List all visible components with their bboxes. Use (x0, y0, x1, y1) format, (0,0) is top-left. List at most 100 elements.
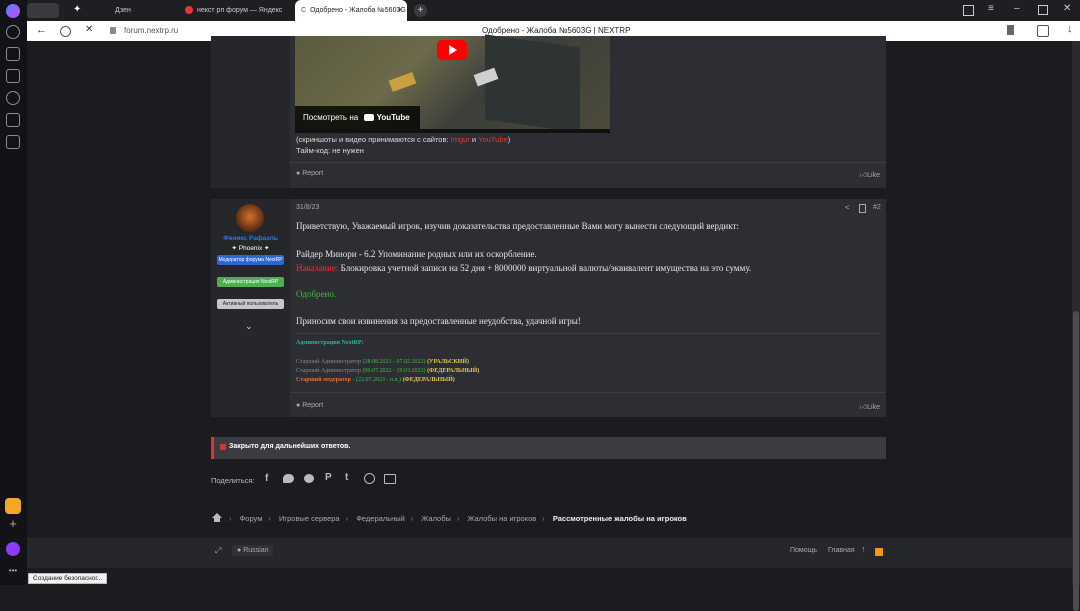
post-1: Посмотреть на YouTube (скриншоты и видео… (211, 34, 886, 188)
breadcrumb-game-servers[interactable]: Игровые сервера (279, 514, 340, 523)
shield-icon[interactable] (60, 26, 71, 37)
stop-icon[interactable]: ✕ (85, 24, 93, 35)
lock-closed-icon (220, 444, 226, 450)
new-ai-tab-icon[interactable]: ✦ (73, 4, 81, 15)
badge-forum-moderator: Модератор форума NextRP (217, 255, 284, 265)
tab-dzen[interactable]: Дзен (115, 0, 185, 21)
help-link[interactable]: Помощь (790, 547, 817, 554)
breadcrumb-reviewed-complaints[interactable]: Рассмотренные жалобы на игроков (553, 514, 687, 523)
status-tooltip: Создание безопасног... (28, 573, 108, 584)
sig-role: Старший модератор - (296, 377, 355, 383)
like-label: Like (867, 172, 880, 179)
scrollbar-thumb[interactable] (1073, 311, 1079, 611)
close-window-icon[interactable]: ✕ (1063, 3, 1071, 14)
download-icon[interactable]: ↓ (1067, 23, 1073, 35)
menu-icon[interactable]: ≡ (988, 3, 994, 14)
sig-dates: (28.08.2021 - 07.02.2022) (362, 359, 426, 365)
signature-line-3: Старший модератор - (22.07.2023 - н.в.) … (296, 377, 455, 383)
breadcrumb-complaints[interactable]: Жалобы (421, 514, 451, 523)
video-icon[interactable] (6, 91, 20, 105)
url-text[interactable]: forum.nextrp.ru (124, 26, 178, 35)
signature-line-2: Старший Администратор (09.07.2022 - 19.0… (296, 368, 479, 374)
video-embed[interactable]: Посмотреть на YouTube (295, 34, 610, 133)
note-and: и (471, 135, 477, 144)
sig-tag: (ФЕДЕРАЛЬНЫЙ) (427, 368, 480, 374)
report-label: Report (302, 402, 324, 409)
share-icon[interactable]: < (845, 203, 850, 212)
imgur-link[interactable]: Imgur (451, 135, 470, 144)
whatsapp-icon[interactable] (364, 473, 375, 484)
tumblr-icon[interactable]: t (345, 472, 348, 483)
home-icon-base (214, 518, 220, 522)
bookmark-post-icon[interactable] (859, 204, 866, 213)
watch-label: Посмотреть на (303, 113, 359, 122)
youtube-play-icon[interactable] (437, 40, 467, 60)
sig-dates: (09.07.2022 - 19.03.2023) (362, 368, 426, 374)
greeting-text: Приветствую, Уважаемый игрок, изучив док… (296, 221, 739, 231)
home-link[interactable]: Главная (828, 547, 855, 554)
closed-notice: Закрыто для дальнейших ответов. (211, 437, 886, 459)
language-chooser[interactable]: ● Russian (232, 545, 274, 556)
username[interactable]: Феникс Рафаэль (211, 235, 290, 242)
tab-group-button[interactable] (27, 3, 59, 18)
loading-icon: C (301, 7, 307, 14)
sig-dates: (22.07.2023 - н.в.) (356, 377, 402, 383)
like-button[interactable]: 👍︎Like (860, 170, 880, 179)
bookmarks-icon[interactable] (6, 69, 20, 83)
bookmark-icon[interactable] (1007, 25, 1014, 35)
history-icon[interactable] (6, 25, 20, 39)
like-button[interactable]: 👍︎Like (860, 402, 880, 411)
report-button[interactable]: ● Report (296, 170, 323, 177)
restore-icon[interactable] (1038, 5, 1048, 15)
tab-yandex-search[interactable]: некст рп форум — Яндекс (185, 0, 295, 21)
post-date[interactable]: 31/8/23 (296, 204, 319, 211)
breadcrumb-player-complaints[interactable]: Жалобы на игроков (467, 514, 536, 523)
avatar[interactable] (236, 204, 264, 232)
add-app-icon[interactable]: + (5, 517, 21, 531)
number-icon[interactable] (6, 113, 20, 127)
back-icon[interactable]: ← (36, 24, 47, 36)
collections-icon[interactable] (6, 47, 20, 61)
breadcrumb-federal[interactable]: Федеральный (356, 514, 405, 523)
tab-complaint[interactable]: C Одобрено - Жалоба №5603G ✕ (295, 0, 407, 21)
extensions-icon[interactable] (1037, 25, 1049, 37)
sig-tag: (ФЕДЕРАЛЬНЫЙ) (402, 377, 455, 383)
report-button[interactable]: ● Report (296, 402, 323, 409)
post-number[interactable]: #2 (873, 204, 881, 211)
reddit-icon[interactable] (304, 474, 314, 483)
note-suffix: ) (507, 135, 511, 144)
youtube-brand: YouTube (376, 113, 410, 122)
rss-icon[interactable] (875, 548, 883, 556)
alice-icon[interactable] (6, 542, 20, 556)
pinterest-icon[interactable]: P (325, 472, 332, 483)
twitter-icon[interactable] (283, 474, 294, 483)
screenshot-icon[interactable] (6, 135, 20, 149)
app-mail-icon[interactable] (5, 498, 21, 514)
post-2-footer-divider (290, 392, 886, 393)
browser-logo-icon[interactable] (6, 4, 20, 18)
footer-bar: ⤢ ● Russian Помощь Главная ↑ (27, 538, 1072, 568)
yandex-icon (185, 6, 193, 15)
tabs-menu-icon[interactable] (963, 5, 974, 16)
sig-role: Старший Администратор (296, 359, 362, 365)
more-icon[interactable]: ••• (6, 566, 20, 575)
car-shape (388, 72, 417, 92)
new-tab-button[interactable]: + (414, 4, 427, 17)
post-2: Феникс Рафаэль ✦ Phoenix ✦ Модератор фор… (211, 199, 886, 417)
watch-on-youtube-button[interactable]: Посмотреть на YouTube (295, 106, 420, 129)
sources-note: (скриншоты и видео принимаются с сайтов:… (296, 135, 510, 144)
page-scrollbar[interactable] (1072, 41, 1080, 611)
expand-chevron-icon[interactable]: ⌄ (245, 321, 253, 332)
facebook-icon[interactable]: f (265, 473, 268, 484)
close-tab-icon[interactable]: ✕ (397, 0, 403, 21)
expand-icon[interactable]: ⤢ (215, 546, 221, 556)
forum-content: Посмотреть на YouTube (скриншоты и видео… (27, 34, 1072, 585)
scroll-top-icon[interactable]: ↑ (861, 544, 866, 554)
email-icon[interactable] (384, 474, 396, 484)
youtube-link[interactable]: YouTube (478, 135, 507, 144)
minimize-icon[interactable]: – (1014, 3, 1020, 14)
punishment-label: Наказание: (296, 263, 339, 273)
note-prefix: (скриншоты и видео принимаются с сайтов: (296, 135, 449, 144)
breadcrumb-forum[interactable]: Форум (240, 514, 263, 523)
youtube-logo-icon (364, 114, 375, 122)
